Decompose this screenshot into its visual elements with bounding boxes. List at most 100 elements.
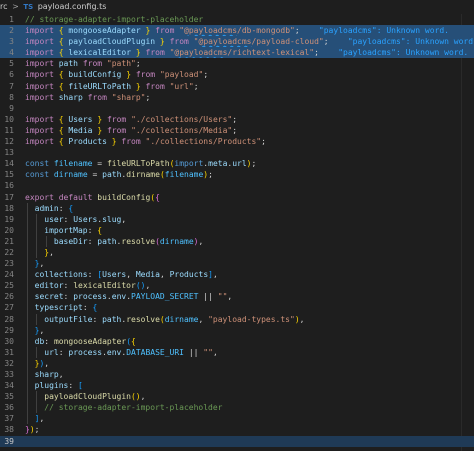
identifier: PAYLOAD_SECRET — [131, 292, 199, 302]
line-number: 37 — [4, 414, 14, 424]
code-line-current[interactable]: 39 — [0, 435, 474, 447]
keyword: import — [25, 26, 54, 36]
code-line[interactable]: 17 export default buildConfig({ — [0, 192, 474, 203]
code-line[interactable]: 26 secret: process.env.PAYLOAD_SECRET ||… — [0, 291, 474, 303]
code-line[interactable]: 1 // storage-adapter-import-placeholder — [0, 14, 474, 25]
keyword: import — [25, 81, 54, 91]
code-line[interactable]: 25 editor: lexicalEditor(), — [0, 280, 474, 292]
keyword: from — [169, 37, 189, 47]
code-line[interactable]: 22 }, — [0, 246, 474, 259]
code-line[interactable]: 28 outputFile: path.resolve(dirname, "pa… — [0, 313, 474, 325]
function-call: dirname — [126, 170, 160, 180]
code-line[interactable]: 37 ], — [0, 413, 474, 425]
line-number: 4 — [9, 48, 14, 58]
code-line[interactable]: 24 collections: [Users, Media, Products]… — [0, 269, 474, 281]
identifier: process — [73, 292, 107, 302]
identifier: sharp — [58, 92, 83, 102]
property: url — [44, 347, 59, 357]
code-line[interactable]: 21 baseDir: path.resolve(dirname), — [0, 235, 474, 247]
property: admin — [34, 203, 59, 213]
keyword: import — [25, 92, 54, 102]
string: @payloadcms — [184, 26, 238, 36]
code-line[interactable]: 35 payloadCloudPlugin(), — [0, 391, 474, 403]
keyword: import — [25, 137, 54, 147]
string: /richtext-lexical" — [227, 48, 315, 58]
keyword: import — [25, 70, 54, 80]
code-line[interactable]: 6 import { buildConfig } from "payload"; — [0, 69, 474, 80]
line-number: 29 — [4, 325, 14, 335]
code-line[interactable]: 30 db: mongooseAdapter({ — [0, 335, 474, 347]
identifier: fileURLToPath — [68, 81, 132, 91]
property: outputFile — [44, 314, 93, 324]
keyword: from — [82, 59, 103, 69]
code-line[interactable]: 2 import { mongooseAdapter } from "@payl… — [0, 25, 474, 37]
line-number: 34 — [4, 381, 14, 391]
code-line[interactable]: 15 const dirname = path.dirname(filename… — [0, 169, 474, 180]
keyword: from — [121, 137, 141, 147]
editor-tab-bar: rc > TS payload.config.ts — [0, 0, 474, 13]
identifier: Media — [68, 125, 93, 135]
line-number: 1 — [9, 15, 14, 24]
property: collections — [34, 270, 88, 280]
line-number: 18 — [4, 203, 14, 213]
code-line[interactable]: 3 import { payloadCloudPlugin } from "@p… — [0, 36, 474, 48]
code-line[interactable]: 9 — [0, 103, 474, 114]
identifier: Users — [102, 270, 127, 280]
string: "payload" — [159, 70, 204, 80]
code-line[interactable]: 23 }, — [0, 258, 474, 270]
line-number: 10 — [4, 114, 14, 124]
identifier: dirname — [164, 314, 199, 324]
code-line[interactable]: 19 user: Users.slug, — [0, 213, 474, 225]
code-line[interactable]: 10 import { Users } from "./collections/… — [0, 114, 474, 125]
property: typescript — [34, 303, 83, 313]
keyword: const — [25, 170, 50, 180]
line-number: 33 — [4, 370, 14, 379]
code-line[interactable]: 29 }, — [0, 324, 474, 336]
diagnostic-message: "payloadcms": Unknown word. — [338, 48, 469, 58]
breadcrumb-folder[interactable]: rc — [0, 2, 8, 11]
identifier: process — [68, 347, 103, 357]
string: "./collections/Media" — [131, 125, 233, 135]
line-number: 39 — [4, 436, 14, 446]
line-number: 5 — [9, 59, 14, 69]
keyword: from — [135, 70, 156, 80]
function-call: fileURLToPath — [106, 159, 170, 169]
code-line[interactable]: 38 }); — [0, 424, 474, 435]
code-editor[interactable]: 1 // storage-adapter-import-placeholder … — [0, 14, 474, 451]
line-number: 28 — [4, 314, 14, 324]
code-line[interactable]: 34 plugins: [ — [0, 380, 474, 392]
code-line[interactable]: 36 // storage-adapter-import-placeholder — [0, 402, 474, 414]
code-line[interactable]: 4 import { lexicalEditor } from "@payloa… — [0, 47, 474, 59]
string: "" — [217, 292, 228, 302]
code-line[interactable]: 13 — [0, 147, 474, 158]
code-line[interactable]: 31 url: process.env.DATABASE_URI || "", — [0, 346, 474, 358]
code-line[interactable]: 11 import { Media } from "./collections/… — [0, 125, 474, 136]
string: "url" — [169, 81, 194, 91]
keyword: import — [25, 125, 54, 135]
line-number: 36 — [4, 403, 14, 413]
property: secret — [34, 292, 64, 302]
property: db — [34, 336, 45, 346]
line-number: 24 — [4, 270, 14, 280]
line-number: 19 — [4, 214, 14, 224]
code-line[interactable]: 33 sharp, — [0, 369, 474, 381]
property: plugins — [34, 381, 69, 391]
code-line[interactable]: 14 const filename = fileURLToPath(import… — [0, 158, 474, 169]
property: importMap — [44, 225, 88, 235]
comment: // storage-adapter-import-placeholder — [44, 403, 223, 413]
code-line[interactable]: 8 import sharp from "sharp"; — [0, 92, 474, 103]
breadcrumb-file[interactable]: payload.config.ts — [38, 2, 107, 11]
code-line[interactable]: 32 }), — [0, 357, 474, 369]
string: "payload-types.ts" — [208, 314, 295, 324]
code-line[interactable]: 12 import { Products } from "./collectio… — [0, 136, 474, 147]
line-number: 6 — [9, 70, 14, 80]
code-line[interactable]: 18 admin: { — [0, 202, 474, 214]
keyword: import — [25, 37, 54, 47]
code-line[interactable]: 16 — [0, 180, 474, 191]
code-line[interactable]: 20 importMap: { — [0, 224, 474, 236]
code-line[interactable]: 5 import path from "path"; — [0, 58, 474, 69]
code-line[interactable]: 27 typescript: { — [0, 302, 474, 314]
code-line[interactable]: 7 import { fileURLToPath } from "url"; — [0, 81, 474, 92]
identifier: meta — [208, 159, 228, 169]
identifier: env — [111, 292, 127, 302]
